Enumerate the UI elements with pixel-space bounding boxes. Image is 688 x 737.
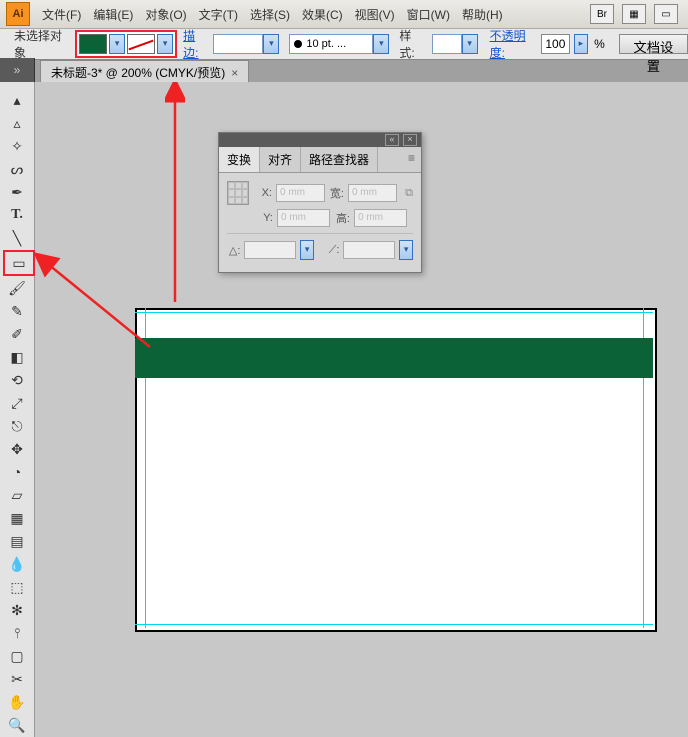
tool-selection[interactable]: ▴ bbox=[3, 89, 31, 111]
options-bar: 未选择对象 ▾ ▾ 描边: ▾ 10 pt. ...▾ 样式: ▾ 不透明度: … bbox=[0, 29, 688, 60]
panel-body: X: 0 mm 宽: 0 mm ⧉ Y: 0 mm 高: 0 mm △: ▾ ⟋… bbox=[219, 173, 421, 272]
drawn-rectangle[interactable] bbox=[135, 338, 653, 378]
w-input[interactable]: 0 mm bbox=[348, 184, 397, 202]
bridge-icon[interactable]: Br bbox=[590, 4, 614, 24]
doc-setup-button[interactable]: 文档设置 bbox=[619, 34, 688, 54]
stroke-weight-dd[interactable]: ▾ bbox=[263, 34, 279, 54]
tab-title: 未标题-3* @ 200% (CMYK/预览) bbox=[51, 64, 225, 81]
tool-lasso[interactable]: ᔕ bbox=[3, 158, 31, 180]
document-tabstrip: 未标题-3* @ 200% (CMYK/预览) × bbox=[0, 60, 688, 84]
stroke-dropdown[interactable]: ▾ bbox=[157, 34, 173, 54]
menu-edit[interactable]: 编辑(E) bbox=[87, 6, 139, 23]
tool-pen[interactable]: ✒ bbox=[3, 181, 31, 203]
toolbox: ▴ ▵ ✧ ᔕ ✒ T. ╲ ▭ 🖌 ✎ ✐ ◧ ⟲ ⤢ ⎋ ✥ ◔ ▱ ▦ ▤… bbox=[0, 82, 35, 737]
menu-window[interactable]: 窗口(W) bbox=[401, 6, 456, 23]
tool-graph[interactable]: ⫯ bbox=[3, 622, 31, 644]
tool-direct-select[interactable]: ▵ bbox=[3, 112, 31, 134]
fill-dropdown[interactable]: ▾ bbox=[109, 34, 125, 54]
tool-blend[interactable]: ⬚ bbox=[3, 576, 31, 598]
tool-eraser[interactable]: ◧ bbox=[3, 346, 31, 368]
shear-dd[interactable]: ▾ bbox=[399, 240, 413, 260]
canvas[interactable]: « × 变换 对齐 路径查找器 ≡ X: 0 mm 宽: 0 mm ⧉ Y: 0… bbox=[35, 82, 688, 716]
x-label: X: bbox=[257, 187, 272, 199]
angle-label: △: bbox=[227, 244, 240, 257]
tool-type[interactable]: T. bbox=[3, 204, 31, 226]
tool-perspective[interactable]: ▱ bbox=[3, 484, 31, 506]
tool-shape-builder[interactable]: ◔ bbox=[3, 461, 31, 483]
y-label: Y: bbox=[257, 212, 273, 224]
brush-combo[interactable]: 10 pt. ... bbox=[289, 34, 373, 54]
x-input[interactable]: 0 mm bbox=[276, 184, 325, 202]
shear-input[interactable] bbox=[343, 241, 395, 259]
fill-swatch[interactable] bbox=[79, 34, 107, 54]
panel-tab-pathfinder[interactable]: 路径查找器 bbox=[301, 147, 378, 172]
style-label: 样式: bbox=[399, 27, 423, 61]
tool-line[interactable]: ╲ bbox=[3, 227, 31, 249]
link-wh-icon[interactable]: ⧉ bbox=[405, 187, 413, 200]
tool-rotate[interactable]: ⟲ bbox=[3, 369, 31, 391]
app-logo: Ai bbox=[6, 2, 30, 26]
tool-slice[interactable]: ✂ bbox=[3, 668, 31, 690]
opacity-dd[interactable]: ▸ bbox=[574, 34, 588, 54]
tool-rectangle[interactable]: ▭ bbox=[3, 250, 35, 276]
tool-zoom[interactable]: 🔍 bbox=[3, 714, 31, 736]
panel-tab-transform[interactable]: 变换 bbox=[219, 147, 260, 172]
tool-symbol-sprayer[interactable]: ✻ bbox=[3, 599, 31, 621]
document-tab[interactable]: 未标题-3* @ 200% (CMYK/预览) × bbox=[40, 60, 249, 84]
menu-bar: Ai 文件(F) 编辑(E) 对象(O) 文字(T) 选择(S) 效果(C) 视… bbox=[0, 0, 688, 29]
menu-file[interactable]: 文件(F) bbox=[36, 6, 87, 23]
pct-label: % bbox=[594, 37, 605, 51]
tool-mesh[interactable]: ▦ bbox=[3, 507, 31, 529]
w-label: 宽: bbox=[329, 185, 344, 201]
style-combo[interactable] bbox=[432, 34, 462, 54]
tool-blob-brush[interactable]: ✐ bbox=[3, 323, 31, 345]
panel-menu-icon[interactable]: ≡ bbox=[402, 147, 421, 172]
h-label: 高: bbox=[334, 210, 350, 226]
panel-collapse-icon[interactable]: « bbox=[385, 134, 399, 146]
shear-label: ⟋: bbox=[326, 244, 339, 257]
tool-free-transform[interactable]: ✥ bbox=[3, 438, 31, 460]
arrange-docs-icon[interactable]: ▦ bbox=[622, 4, 646, 24]
stroke-weight-value[interactable] bbox=[213, 34, 263, 54]
y-input[interactable]: 0 mm bbox=[277, 209, 330, 227]
reference-point[interactable] bbox=[227, 181, 249, 205]
screen-mode-icon[interactable]: ▭ bbox=[654, 4, 678, 24]
tool-paintbrush[interactable]: 🖌 bbox=[3, 277, 31, 299]
brush-dd[interactable]: ▾ bbox=[373, 34, 389, 54]
annotation-arrow-1 bbox=[165, 82, 185, 304]
menu-effect[interactable]: 效果(C) bbox=[296, 6, 349, 23]
style-dd[interactable]: ▾ bbox=[462, 34, 478, 54]
panel-close-icon[interactable]: × bbox=[403, 134, 417, 146]
stroke-swatch[interactable] bbox=[127, 34, 155, 54]
menu-view[interactable]: 视图(V) bbox=[349, 6, 401, 23]
panel-titlebar[interactable]: « × bbox=[219, 133, 421, 147]
menu-select[interactable]: 选择(S) bbox=[244, 6, 296, 23]
tool-gradient[interactable]: ▤ bbox=[3, 530, 31, 552]
angle-input[interactable] bbox=[244, 241, 296, 259]
tool-width[interactable]: ⎋ bbox=[3, 415, 31, 437]
tool-scale[interactable]: ⤢ bbox=[3, 392, 31, 414]
transform-panel[interactable]: « × 变换 对齐 路径查找器 ≡ X: 0 mm 宽: 0 mm ⧉ Y: 0… bbox=[218, 132, 422, 273]
fill-stroke-highlight: ▾ ▾ bbox=[75, 30, 177, 58]
panel-tab-align[interactable]: 对齐 bbox=[260, 147, 301, 172]
opacity-input[interactable]: 100 bbox=[541, 34, 570, 54]
no-selection-label: 未选择对象 bbox=[14, 27, 67, 61]
tool-pencil[interactable]: ✎ bbox=[3, 300, 31, 322]
guide-top bbox=[135, 312, 653, 313]
tool-artboard[interactable]: ▢ bbox=[3, 645, 31, 667]
menu-help[interactable]: 帮助(H) bbox=[456, 6, 509, 23]
guide-bottom bbox=[135, 624, 653, 625]
tool-eyedropper[interactable]: 💧 bbox=[3, 553, 31, 575]
h-input[interactable]: 0 mm bbox=[354, 209, 407, 227]
tab-close-icon[interactable]: × bbox=[231, 66, 238, 80]
menu-object[interactable]: 对象(O) bbox=[139, 6, 192, 23]
stroke-label[interactable]: 描边: bbox=[181, 27, 209, 61]
tool-magic-wand[interactable]: ✧ bbox=[3, 135, 31, 157]
tool-hand[interactable]: ✋ bbox=[3, 691, 31, 713]
angle-dd[interactable]: ▾ bbox=[300, 240, 314, 260]
opacity-label[interactable]: 不透明度: bbox=[488, 27, 537, 61]
tab-collapse-icon[interactable]: » bbox=[0, 58, 35, 82]
menu-type[interactable]: 文字(T) bbox=[193, 6, 244, 23]
